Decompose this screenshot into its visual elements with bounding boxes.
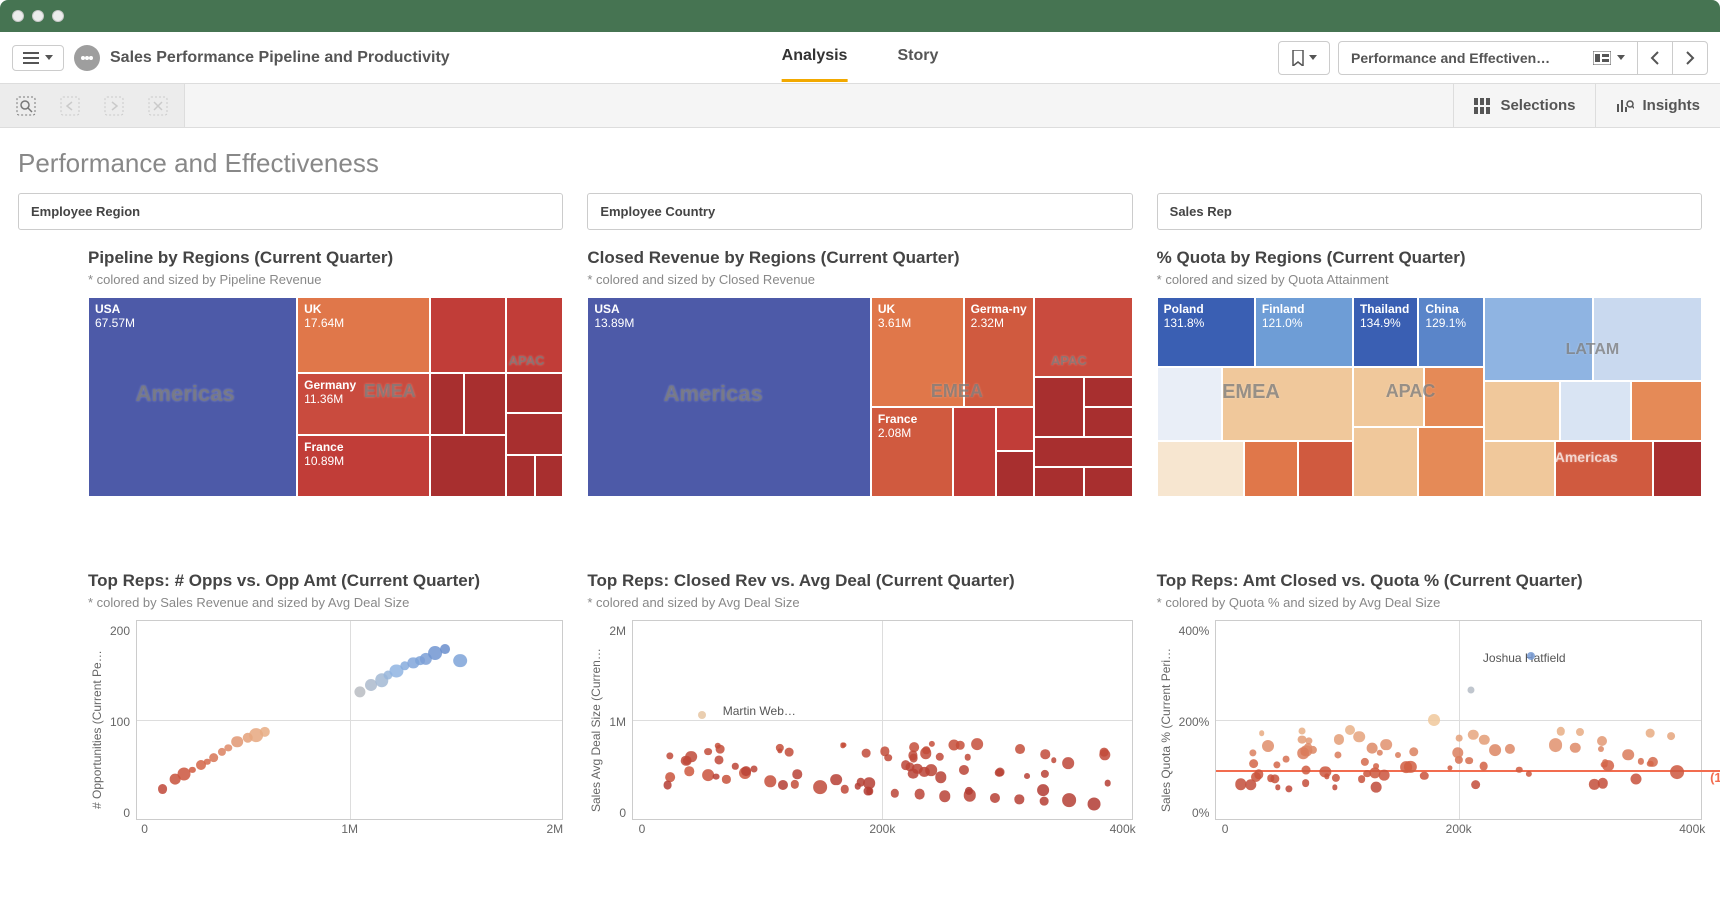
panel-subtitle: * colored and sized by Quota Attainment bbox=[1157, 272, 1702, 287]
caret-down-icon bbox=[1309, 55, 1317, 61]
caret-down-icon bbox=[1617, 55, 1625, 61]
scatter-chart[interactable] bbox=[136, 620, 563, 820]
panel-opps-scatter[interactable]: Top Reps: # Opps vs. Opp Amt (Current Qu… bbox=[18, 571, 563, 840]
tab-story[interactable]: Story bbox=[897, 33, 938, 82]
treemap-chart[interactable]: USA67.57M Americas UK17.64M Germany11.36… bbox=[88, 297, 563, 497]
treemap-chart[interactable]: USA13.89M Americas UK3.61M Germa-ny2.32M… bbox=[587, 297, 1132, 497]
next-sheet-button[interactable] bbox=[1673, 42, 1707, 74]
chevron-left-icon bbox=[1650, 51, 1660, 65]
filter-sales-rep[interactable]: Sales Rep bbox=[1157, 193, 1702, 230]
panel-title: Top Reps: Amt Closed vs. Quota % (Curren… bbox=[1157, 571, 1702, 591]
filter-row: Employee Region Employee Country Sales R… bbox=[0, 193, 1720, 248]
scatter-chart[interactable]: Joshua Hatfield bbox=[1215, 620, 1702, 820]
prev-sheet-button[interactable] bbox=[1638, 42, 1673, 74]
insights-button[interactable]: Insights bbox=[1595, 84, 1720, 127]
panel-title: Pipeline by Regions (Current Quarter) bbox=[88, 248, 563, 268]
panel-subtitle: * colored and sized by Closed Revenue bbox=[587, 272, 1132, 287]
panel-subtitle: * colored by Quota % and sized by Avg De… bbox=[1157, 595, 1702, 610]
panel-title: Top Reps: # Opps vs. Opp Amt (Current Qu… bbox=[88, 571, 563, 591]
window-zoom-icon[interactable] bbox=[52, 10, 64, 22]
chevron-right-icon bbox=[1685, 51, 1695, 65]
caret-down-icon bbox=[45, 55, 53, 61]
panel-subtitle: * colored and sized by Avg Deal Size bbox=[587, 595, 1132, 610]
filter-employee-region[interactable]: Employee Region bbox=[18, 193, 563, 230]
page-title: Performance and Effectiveness bbox=[0, 128, 1720, 193]
panel-title: Closed Revenue by Regions (Current Quart… bbox=[587, 248, 1132, 268]
top-bar: Sales Performance Pipeline and Productiv… bbox=[0, 32, 1720, 84]
panel-pipeline-treemap[interactable]: Pipeline by Regions (Current Quarter) * … bbox=[18, 248, 563, 497]
bookmark-icon bbox=[1291, 50, 1305, 66]
panel-subtitle: * colored and sized by Pipeline Revenue bbox=[88, 272, 563, 287]
filter-employee-country[interactable]: Employee Country bbox=[587, 193, 1132, 230]
bookmark-group bbox=[1278, 41, 1330, 75]
insights-label: Insights bbox=[1642, 97, 1700, 114]
step-forward-icon[interactable] bbox=[104, 96, 124, 116]
window-titlebar bbox=[0, 0, 1720, 32]
selections-button[interactable]: Selections bbox=[1453, 84, 1595, 127]
selections-label: Selections bbox=[1500, 97, 1575, 114]
y-axis-label: Sales Avg Deal Size (Curren… bbox=[587, 620, 605, 840]
tab-analysis[interactable]: Analysis bbox=[782, 33, 848, 82]
top-tabs: Analysis Story bbox=[782, 33, 939, 82]
panel-quota-scatter[interactable]: Top Reps: Amt Closed vs. Quota % (Curren… bbox=[1157, 571, 1702, 840]
selection-tools bbox=[0, 84, 185, 127]
scatter-chart[interactable]: Martin Web… bbox=[632, 620, 1133, 820]
panel-closed-revenue-treemap[interactable]: Closed Revenue by Regions (Current Quart… bbox=[587, 248, 1132, 497]
selections-icon bbox=[1474, 98, 1492, 114]
sheet-name: Performance and Effectiven… bbox=[1351, 50, 1550, 66]
panel-quota-treemap[interactable]: % Quota by Regions (Current Quarter) * c… bbox=[1157, 248, 1702, 497]
sheet-nav-group: Performance and Effectiven… bbox=[1338, 41, 1708, 75]
bookmark-button[interactable] bbox=[1279, 42, 1329, 74]
panel-title: Top Reps: Closed Rev vs. Avg Deal (Curre… bbox=[587, 571, 1132, 591]
panel-closed-avgdeal-scatter[interactable]: Top Reps: Closed Rev vs. Avg Deal (Curre… bbox=[587, 571, 1132, 840]
step-back-icon[interactable] bbox=[60, 96, 80, 116]
sheet-selector[interactable]: Performance and Effectiven… bbox=[1339, 42, 1638, 74]
main-menu-button[interactable] bbox=[12, 45, 64, 71]
hamburger-icon bbox=[23, 52, 39, 64]
app-icon bbox=[74, 45, 100, 71]
secondary-toolbar: Selections Insights bbox=[0, 84, 1720, 128]
panel-subtitle: * colored by Sales Revenue and sized by … bbox=[88, 595, 563, 610]
reference-label: (100%) bbox=[1710, 770, 1720, 785]
window-minimize-icon[interactable] bbox=[32, 10, 44, 22]
insights-icon bbox=[1616, 98, 1634, 114]
treemap-chart[interactable]: Poland131.8% Finland121.0% EMEA Thailand… bbox=[1157, 297, 1702, 497]
point-label: Martin Web… bbox=[723, 704, 796, 718]
reference-line bbox=[1216, 770, 1720, 772]
y-axis-label: Sales Quota % (Current Peri… bbox=[1157, 620, 1175, 840]
y-axis-label: # Opportunities (Current Pe… bbox=[88, 620, 106, 840]
window-close-icon[interactable] bbox=[12, 10, 24, 22]
sheet-icon bbox=[1593, 51, 1611, 65]
app-title: Sales Performance Pipeline and Productiv… bbox=[110, 49, 450, 67]
point-label: Joshua Hatfield bbox=[1483, 651, 1566, 665]
clear-selections-icon[interactable] bbox=[148, 96, 168, 116]
panel-title: % Quota by Regions (Current Quarter) bbox=[1157, 248, 1702, 268]
smart-search-icon[interactable] bbox=[16, 96, 36, 116]
